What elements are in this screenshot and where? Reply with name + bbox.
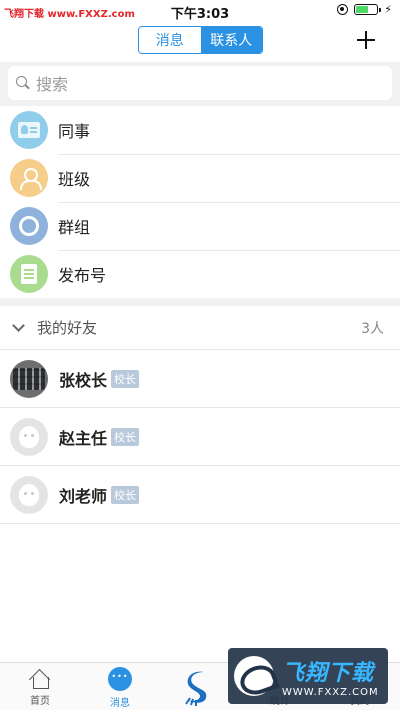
friends-group-header[interactable]: 我的好友 3人 bbox=[0, 306, 400, 350]
contact-name: 张校长 bbox=[59, 370, 108, 390]
watermark-title: 飞翔下载 bbox=[282, 660, 375, 686]
tab-label: 消息 bbox=[110, 698, 130, 709]
avatar bbox=[10, 475, 48, 514]
status-bar: 飞翔下载 www.FXXZ.com 下午3:03 ⚡ bbox=[0, 0, 400, 22]
group-title: 我的好友 bbox=[37, 319, 98, 337]
charging-bolt-icon: ⚡ bbox=[384, 3, 392, 16]
tab-label: 首页 bbox=[30, 696, 50, 707]
avatar bbox=[10, 359, 48, 398]
category-item-groups[interactable]: 群组 bbox=[0, 202, 400, 250]
chevron-down-icon bbox=[12, 318, 25, 332]
home-icon bbox=[29, 667, 51, 689]
category-item-publishers[interactable]: 发布号 bbox=[0, 250, 400, 298]
avatar bbox=[10, 417, 48, 456]
watermark-logo-icon bbox=[234, 656, 274, 696]
contact-card-icon bbox=[10, 111, 48, 149]
category-label: 群组 bbox=[58, 218, 91, 237]
nav-bar: 消息 联系人 bbox=[0, 22, 400, 62]
contact-list: 张校长 校长 赵主任 校长 刘老师 校长 bbox=[0, 350, 400, 524]
category-list: 同事 班级 群组 发布号 bbox=[0, 106, 400, 298]
watermark-texts: 飞翔下载 WWW.FXXZ.COM bbox=[282, 655, 379, 698]
category-item-colleagues[interactable]: 同事 bbox=[0, 106, 400, 154]
group-count: 3人 bbox=[361, 320, 384, 337]
contacts-screen: 飞翔下载 www.FXXZ.com 下午3:03 ⚡ 消息 联系人 搜索 同事 bbox=[0, 0, 400, 710]
category-label: 同事 bbox=[58, 122, 91, 141]
section-divider bbox=[0, 298, 400, 306]
search-placeholder: 搜索 bbox=[36, 75, 69, 94]
search-area: 搜索 bbox=[0, 62, 400, 106]
role-badge: 校长 bbox=[111, 427, 140, 446]
battery-icon bbox=[354, 4, 382, 15]
watermark-url: WWW.FXXZ.COM bbox=[282, 686, 379, 698]
contact-row[interactable]: 张校长 校长 bbox=[0, 350, 400, 408]
group-ring-icon bbox=[10, 207, 48, 245]
person-outline-icon bbox=[10, 159, 48, 197]
category-item-classes[interactable]: 班级 bbox=[0, 154, 400, 202]
segment-contacts[interactable]: 联系人 bbox=[200, 27, 262, 53]
document-icon bbox=[10, 255, 48, 293]
contact-row[interactable]: 赵主任 校长 bbox=[0, 408, 400, 466]
contact-name: 刘老师 bbox=[59, 486, 108, 506]
category-label: 发布号 bbox=[58, 266, 107, 285]
watermark-badge: 飞翔下载 WWW.FXXZ.COM bbox=[228, 648, 388, 704]
segment-messages[interactable]: 消息 bbox=[139, 27, 201, 53]
segmented-control: 消息 联系人 bbox=[138, 26, 263, 54]
status-indicators: ⚡ bbox=[337, 4, 392, 15]
search-input[interactable]: 搜索 bbox=[8, 66, 392, 100]
search-icon bbox=[16, 76, 30, 90]
tab-home[interactable]: 首页 bbox=[10, 667, 70, 707]
contact-row[interactable]: 刘老师 校长 bbox=[0, 466, 400, 524]
contact-name: 赵主任 bbox=[59, 428, 108, 448]
tab-messages[interactable]: 消息 bbox=[90, 667, 150, 709]
app-logo-icon[interactable] bbox=[182, 668, 216, 706]
rotation-lock-icon bbox=[337, 4, 349, 15]
role-badge: 校长 bbox=[111, 369, 140, 388]
chat-bubble-icon bbox=[108, 667, 132, 691]
role-badge: 校长 bbox=[111, 485, 140, 504]
add-button[interactable] bbox=[354, 26, 378, 54]
category-label: 班级 bbox=[58, 170, 91, 189]
